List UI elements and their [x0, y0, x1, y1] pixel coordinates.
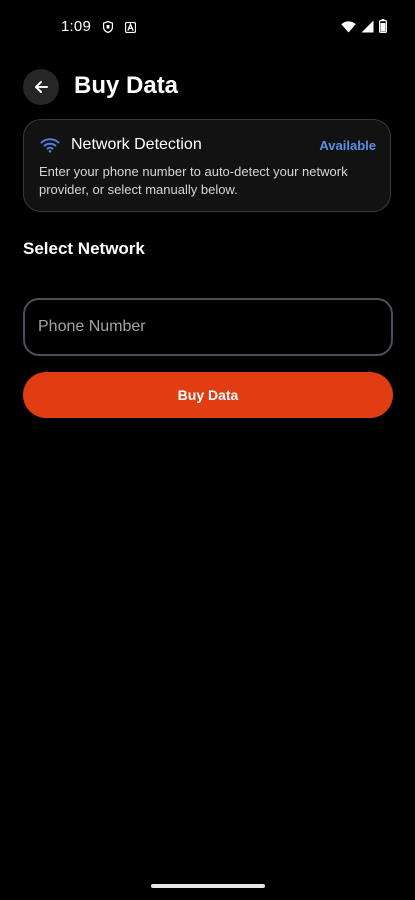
network-detection-card: Network Detection Available Enter your p…: [23, 119, 391, 212]
app-header: Buy Data: [0, 64, 415, 110]
buy-data-button[interactable]: Buy Data: [23, 372, 393, 418]
signal-icon: [361, 20, 374, 38]
battery-icon: [379, 19, 388, 38]
network-detection-description: Enter your phone number to auto-detect y…: [39, 164, 348, 197]
arrow-left-icon: [33, 79, 49, 95]
status-time: 1:09: [61, 18, 91, 35]
shield-icon: [102, 20, 114, 34]
a-notification-icon: [124, 20, 137, 34]
detection-status-badge: Available: [319, 138, 376, 153]
back-button[interactable]: [23, 69, 59, 105]
network-detection-title: Network Detection: [71, 136, 202, 153]
status-icons: [341, 19, 388, 38]
home-indicator[interactable]: [151, 884, 265, 888]
page-title: Buy Data: [74, 72, 179, 99]
wifi-icon: [40, 137, 60, 153]
wifi-icon: [341, 20, 356, 38]
status-bar: 1:09: [0, 0, 415, 56]
phone-number-input[interactable]: [23, 298, 393, 356]
select-network-heading: Select Network: [23, 239, 145, 258]
